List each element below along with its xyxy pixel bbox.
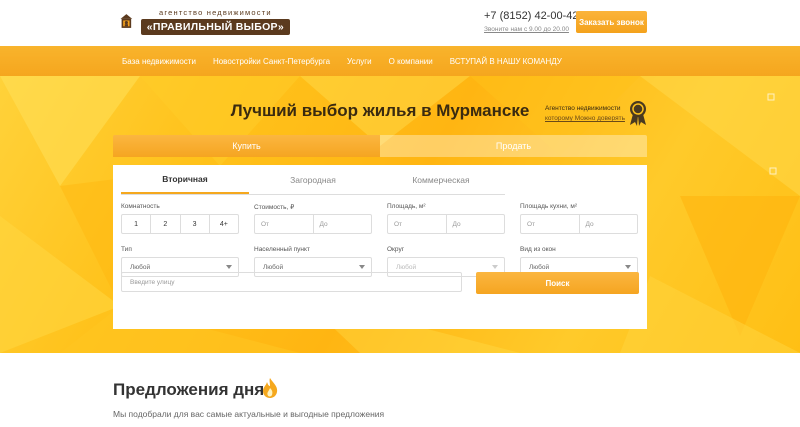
search-button[interactable]: Поиск <box>476 272 639 294</box>
tab-sell[interactable]: Продать <box>380 135 647 157</box>
window-view-label: Вид из окон <box>520 246 556 253</box>
chevron-down-icon <box>492 265 498 269</box>
area-range: От До <box>387 214 505 234</box>
area-label: Площадь, м² <box>387 203 426 210</box>
main-nav: База недвижимости Новостройки Санкт-Пете… <box>0 46 800 76</box>
rooms-option-3[interactable]: 3 <box>181 215 210 233</box>
type-select-value: Любой <box>130 263 151 271</box>
kitchen-area-label: Площадь кухни, м² <box>520 203 577 210</box>
street-input[interactable]: Введите улицу <box>121 272 462 292</box>
logo-tagline: агентство недвижимости <box>158 7 272 17</box>
window-view-select-value: Любой <box>529 263 550 271</box>
price-to-input[interactable]: До <box>314 215 372 233</box>
nav-item-about[interactable]: О компании <box>389 57 433 66</box>
district-select-value: Любой <box>396 263 417 271</box>
type-label: Тип <box>121 246 132 253</box>
logo-text: агентство недвижимости «ПРАВИЛЬНЫЙ ВЫБОР… <box>140 7 290 35</box>
flame-icon <box>263 378 278 398</box>
chevron-down-icon <box>625 265 631 269</box>
tab-country[interactable]: Загородная <box>249 165 377 194</box>
price-from-input[interactable]: От <box>255 215 314 233</box>
nav-item-services[interactable]: Услуги <box>347 57 372 66</box>
rooms-option-2[interactable]: 2 <box>151 215 181 233</box>
area-to-input[interactable]: До <box>447 215 505 233</box>
hero-section: Лучший выбор жилья в Мурманске Агентство… <box>0 76 800 353</box>
agency-line-2[interactable]: которому Можно доверять <box>545 114 625 124</box>
area-from-input[interactable]: От <box>388 215 447 233</box>
rooms-option-4plus[interactable]: 4+ <box>210 215 238 233</box>
agency-slogan: Агентство недвижимости которому Можно до… <box>545 104 625 124</box>
nav-item-database[interactable]: База недвижимости <box>122 57 196 66</box>
price-label: Стоимость, ₽ <box>254 204 295 211</box>
house-logo-icon <box>120 14 133 28</box>
header: агентство недвижимости «ПРАВИЛЬНЫЙ ВЫБОР… <box>0 0 800 46</box>
district-label: Округ <box>387 246 405 253</box>
kitchen-from-input[interactable]: От <box>521 215 580 233</box>
nav-item-new-buildings[interactable]: Новостройки Санкт-Петербурга <box>213 57 330 66</box>
callback-button[interactable]: Заказать звонок <box>576 11 647 33</box>
nav-item-join-team[interactable]: ВСТУПАЙ В НАШУ КОМАНДУ <box>450 57 562 66</box>
offers-subtitle: Мы подобрали для вас самые актуальные и … <box>113 409 385 419</box>
rooms-label: Комнатность <box>121 203 160 210</box>
kitchen-to-input[interactable]: До <box>580 215 638 233</box>
phone-number[interactable]: +7 (8152) 42-00-42 <box>484 10 578 22</box>
rooms-selector: 1 2 3 4+ <box>121 214 239 234</box>
kitchen-area-range: От До <box>520 214 638 234</box>
tab-buy[interactable]: Купить <box>113 135 380 157</box>
logo-name: «ПРАВИЛЬНЫЙ ВЫБОР» <box>140 18 290 35</box>
agency-line-1: Агентство недвижимости <box>545 105 621 112</box>
offers-title: Предложения дня <box>113 380 265 399</box>
award-medal-icon <box>630 101 646 126</box>
working-hours-link[interactable]: Звоните нам с 9.00 до 20.00 <box>484 26 569 33</box>
property-type-tabs: Вторичная Загородная Коммерческая <box>121 165 505 195</box>
price-range: От До <box>254 214 372 234</box>
locality-select-value: Любой <box>263 263 284 271</box>
tab-commercial[interactable]: Коммерческая <box>377 165 505 194</box>
locality-label: Населенный пункт <box>254 246 310 253</box>
deal-type-tabs: Купить Продать <box>113 135 647 157</box>
logo[interactable]: агентство недвижимости «ПРАВИЛЬНЫЙ ВЫБОР… <box>120 6 290 36</box>
chevron-down-icon <box>359 265 365 269</box>
rooms-option-1[interactable]: 1 <box>122 215 152 233</box>
tab-secondary[interactable]: Вторичная <box>121 165 249 194</box>
chevron-down-icon <box>226 265 232 269</box>
search-panel: Вторичная Загородная Коммерческая Комнат… <box>113 165 647 329</box>
